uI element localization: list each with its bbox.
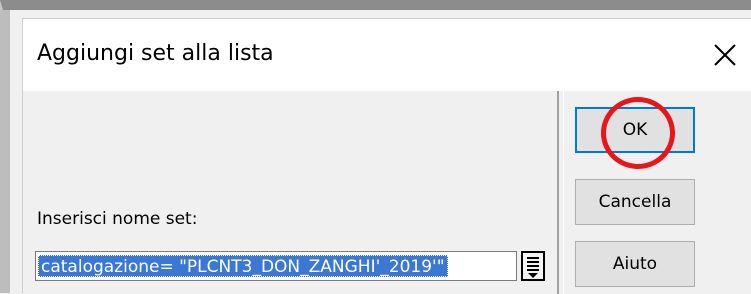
set-name-input-value: catalogazione= "PLCNT3_DON_ZANGHI'_2019'… [38, 255, 448, 277]
dialog-body: Inserisci nome set: catalogazione= "PLCN… [23, 91, 751, 294]
dialog-titlebar: Aggiungi set alla lista [23, 19, 751, 91]
help-button[interactable]: Aiuto [575, 241, 695, 287]
dialog-title: Aggiungi set alla lista [37, 41, 274, 66]
divider [557, 91, 559, 294]
close-button[interactable] [703, 33, 747, 77]
set-name-input[interactable]: catalogazione= "PLCNT3_DON_ZANGHI'_2019'… [35, 251, 517, 281]
set-name-label: Inserisci nome set: [37, 209, 198, 229]
list-picker-button[interactable] [521, 251, 545, 281]
close-icon [714, 44, 736, 66]
cancel-button[interactable]: Cancella [575, 179, 695, 225]
background-strip [0, 10, 10, 293]
add-set-dialog: Aggiungi set alla lista Inserisci nome s… [22, 18, 751, 294]
list-picker-icon [521, 251, 545, 281]
divider-highlight [563, 91, 564, 294]
ok-button[interactable]: OK [575, 107, 695, 153]
